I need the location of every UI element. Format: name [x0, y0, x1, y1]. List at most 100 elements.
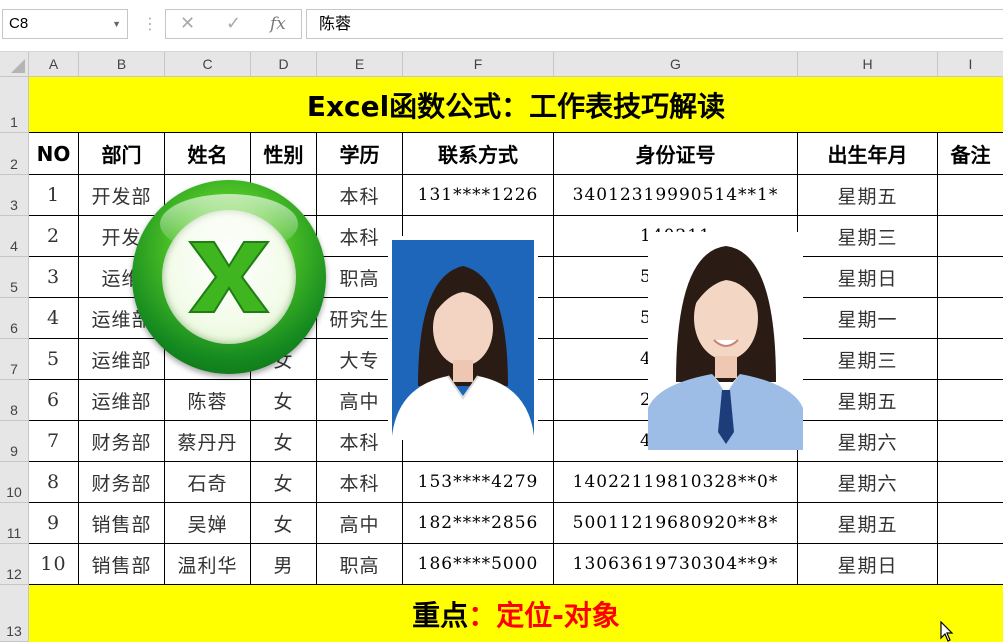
table-cell-birth-weekday[interactable]: 星期五 [798, 503, 938, 544]
row-header-9[interactable]: 9 [0, 421, 29, 462]
portrait-photo-white-bg[interactable] [648, 232, 803, 450]
table-cell-department[interactable]: 销售部 [79, 544, 165, 585]
select-all-button[interactable] [0, 52, 29, 77]
column-header-f[interactable]: F [403, 52, 554, 77]
chevron-down-icon[interactable]: ▼ [112, 10, 121, 38]
table-cell-name[interactable]: 蔡丹丹 [165, 421, 251, 462]
column-header-a[interactable]: A [29, 52, 79, 77]
drag-handle-icon[interactable]: ⋮ [142, 14, 158, 33]
column-header-g[interactable]: G [554, 52, 798, 77]
header-cell-gender[interactable]: 性别 [251, 133, 317, 175]
table-cell-education[interactable]: 职高 [317, 544, 403, 585]
header-cell-phone[interactable]: 联系方式 [403, 133, 554, 175]
row-header-11[interactable]: 11 [0, 503, 29, 544]
table-cell-gender[interactable]: 男 [251, 544, 317, 585]
table-cell-id-number[interactable]: 13063619730304**9* [554, 544, 798, 585]
header-cell-birth-weekday[interactable]: 出生年月 [798, 133, 938, 175]
table-cell-birth-weekday[interactable]: 星期三 [798, 216, 938, 257]
footer-note[interactable]: 重点 ：定位-对象 [29, 585, 1003, 642]
formula-input[interactable]: 陈蓉 [306, 9, 1003, 39]
table-cell-notes[interactable] [938, 257, 1003, 298]
row-header-3[interactable]: 3 [0, 175, 29, 216]
table-cell-department[interactable]: 财务部 [79, 462, 165, 503]
excel-logo-image[interactable] [132, 180, 326, 374]
table-cell-birth-weekday[interactable]: 星期日 [798, 257, 938, 298]
table-cell-department[interactable]: 运维部 [79, 339, 165, 380]
table-cell-phone[interactable]: 153****4279 [403, 462, 554, 503]
table-cell-gender[interactable]: 女 [251, 380, 317, 421]
row-header-1[interactable]: 1 [0, 77, 29, 133]
table-cell-no[interactable]: 8 [29, 462, 79, 503]
table-cell-no[interactable]: 10 [29, 544, 79, 585]
table-cell-no[interactable]: 1 [29, 175, 79, 216]
table-cell-no[interactable]: 3 [29, 257, 79, 298]
column-header-d[interactable]: D [251, 52, 317, 77]
table-cell-notes[interactable] [938, 298, 1003, 339]
table-cell-birth-weekday[interactable]: 星期六 [798, 421, 938, 462]
header-cell-education[interactable]: 学历 [317, 133, 403, 175]
row-header-13[interactable]: 13 [0, 585, 29, 642]
table-cell-id-number[interactable]: 50011219680920**8* [554, 503, 798, 544]
table-cell-notes[interactable] [938, 216, 1003, 257]
column-header-c[interactable]: C [165, 52, 251, 77]
enter-icon[interactable]: ✓ [226, 13, 241, 34]
cancel-icon[interactable]: ✕ [180, 13, 195, 34]
table-cell-gender[interactable]: 女 [251, 462, 317, 503]
row-header-7[interactable]: 7 [0, 339, 29, 380]
table-cell-notes[interactable] [938, 503, 1003, 544]
table-cell-department[interactable]: 财务部 [79, 421, 165, 462]
table-cell-birth-weekday[interactable]: 星期一 [798, 298, 938, 339]
table-cell-name[interactable]: 石奇 [165, 462, 251, 503]
header-cell-id-number[interactable]: 身份证号 [554, 133, 798, 175]
row-header-2[interactable]: 2 [0, 133, 29, 175]
table-cell-birth-weekday[interactable]: 星期五 [798, 175, 938, 216]
table-cell-notes[interactable] [938, 175, 1003, 216]
table-cell-education[interactable]: 本科 [317, 175, 403, 216]
table-cell-birth-weekday[interactable]: 星期五 [798, 380, 938, 421]
table-cell-birth-weekday[interactable]: 星期六 [798, 462, 938, 503]
sheet-title[interactable]: Excel函数公式：工作表技巧解读 [29, 77, 1003, 133]
table-cell-phone[interactable]: 186****5000 [403, 544, 554, 585]
table-cell-name[interactable]: 吴婵 [165, 503, 251, 544]
column-header-b[interactable]: B [79, 52, 165, 77]
table-cell-id-number[interactable]: 14022119810328**0* [554, 462, 798, 503]
table-cell-gender[interactable]: 女 [251, 421, 317, 462]
table-cell-no[interactable]: 5 [29, 339, 79, 380]
table-cell-department[interactable]: 运维部 [79, 380, 165, 421]
table-cell-no[interactable]: 2 [29, 216, 79, 257]
table-cell-notes[interactable] [938, 380, 1003, 421]
table-cell-notes[interactable] [938, 544, 1003, 585]
row-header-8[interactable]: 8 [0, 380, 29, 421]
header-cell-name[interactable]: 姓名 [165, 133, 251, 175]
header-cell-notes[interactable]: 备注 [938, 133, 1003, 175]
column-header-i[interactable]: I [938, 52, 1003, 77]
table-cell-no[interactable]: 6 [29, 380, 79, 421]
table-cell-education[interactable]: 本科 [317, 462, 403, 503]
table-cell-notes[interactable] [938, 339, 1003, 380]
column-header-h[interactable]: H [798, 52, 938, 77]
table-cell-birth-weekday[interactable]: 星期日 [798, 544, 938, 585]
row-header-5[interactable]: 5 [0, 257, 29, 298]
row-header-6[interactable]: 6 [0, 298, 29, 339]
table-cell-no[interactable]: 9 [29, 503, 79, 544]
table-cell-name[interactable]: 陈蓉 [165, 380, 251, 421]
table-cell-no[interactable]: 7 [29, 421, 79, 462]
header-cell-department[interactable]: 部门 [79, 133, 165, 175]
table-cell-gender[interactable]: 女 [251, 503, 317, 544]
table-cell-notes[interactable] [938, 421, 1003, 462]
insert-function-icon[interactable]: fx [270, 14, 286, 34]
row-header-4[interactable]: 4 [0, 216, 29, 257]
table-cell-department[interactable]: 销售部 [79, 503, 165, 544]
table-cell-name[interactable]: 温利华 [165, 544, 251, 585]
table-cell-birth-weekday[interactable]: 星期三 [798, 339, 938, 380]
table-cell-phone[interactable]: 131****1226 [403, 175, 554, 216]
header-cell-no[interactable]: NO [29, 133, 79, 175]
table-cell-notes[interactable] [938, 462, 1003, 503]
table-cell-department[interactable]: 开发部 [79, 175, 165, 216]
row-header-12[interactable]: 12 [0, 544, 29, 585]
portrait-photo-blue-bg[interactable] [388, 236, 538, 440]
table-cell-id-number[interactable]: 34012319990514**1* [554, 175, 798, 216]
column-header-e[interactable]: E [317, 52, 403, 77]
table-cell-phone[interactable]: 182****2856 [403, 503, 554, 544]
row-header-10[interactable]: 10 [0, 462, 29, 503]
